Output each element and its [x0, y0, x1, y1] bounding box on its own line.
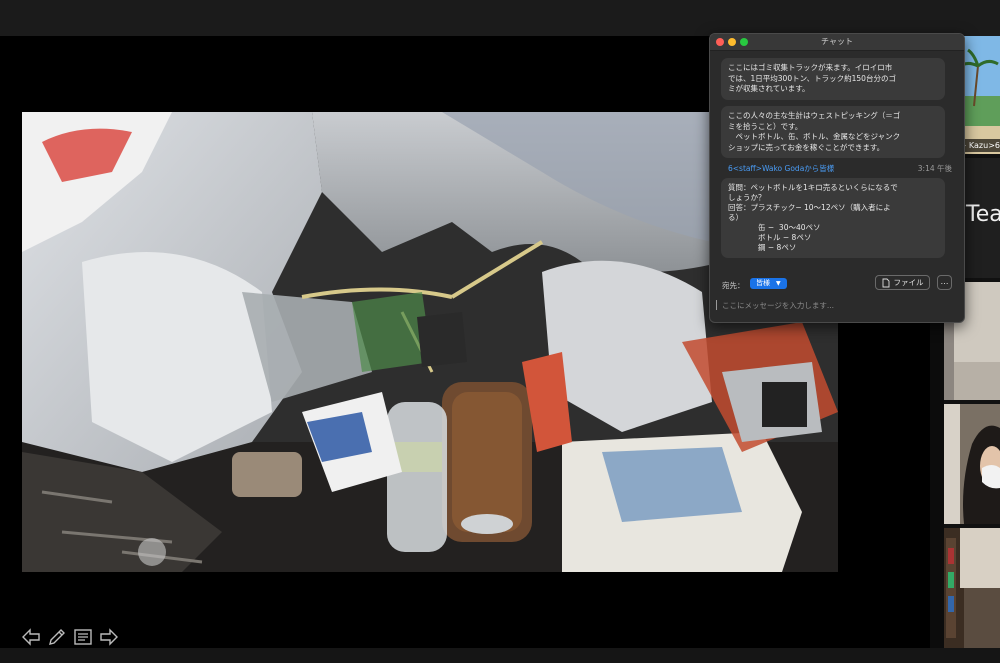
close-window-button[interactable]: [716, 38, 724, 46]
person-masked-image: [944, 404, 1000, 524]
text-note-icon[interactable]: [72, 626, 94, 648]
chat-title: チャット: [821, 37, 853, 46]
annotation-toolbar: [20, 626, 120, 650]
message-input[interactable]: [722, 297, 952, 313]
participant-video-5[interactable]: [944, 528, 1000, 648]
chat-message: 質問：ペットボトルを1キロ売るといくらになるで しょうか？ 回答：プラスチック−…: [721, 178, 945, 258]
chat-message: ここにはゴミ収集トラックが来ます。イロイロ市 では、1日平均300トン、トラック…: [721, 58, 945, 100]
participant-video-4[interactable]: [944, 404, 1000, 524]
window-controls: [716, 38, 748, 46]
top-bar: [0, 0, 1000, 36]
file-button-label: ファイル: [893, 278, 924, 287]
recipient-dropdown[interactable]: 皆様 ▼: [750, 278, 787, 289]
recipient-label: 宛先：: [722, 281, 745, 290]
message-time: 3:14 午後: [917, 164, 952, 173]
file-icon: [882, 278, 889, 287]
participant-text: Tea: [966, 202, 1000, 227]
message-input-area: [716, 297, 956, 313]
arrow-right-icon[interactable]: [98, 626, 120, 648]
chat-message: ここの人々の主な生計はウェストピッキング（＝ゴ ミを拾うこと）です。 ペットボト…: [721, 106, 945, 158]
arrow-left-icon[interactable]: [20, 626, 42, 648]
file-button[interactable]: ファイル: [875, 275, 930, 290]
bookshelf-image: [944, 528, 1000, 648]
message-sender[interactable]: 6<staff>Wako Godaから皆様: [728, 163, 834, 174]
pen-icon[interactable]: [46, 626, 68, 648]
recipient-value: 皆様: [756, 279, 770, 287]
zoom-window-button[interactable]: [740, 38, 748, 46]
more-options-button[interactable]: …: [937, 275, 952, 290]
text-cursor: [716, 300, 717, 310]
minimize-window-button[interactable]: [728, 38, 736, 46]
bottom-bar: [0, 648, 1000, 663]
chat-window: チャット ここにはゴミ収集トラックが来ます。イロイロ市 では、1日平均300トン…: [709, 33, 965, 323]
chevron-down-icon: ▼: [776, 280, 781, 287]
chat-title-bar: チャット: [710, 34, 964, 51]
